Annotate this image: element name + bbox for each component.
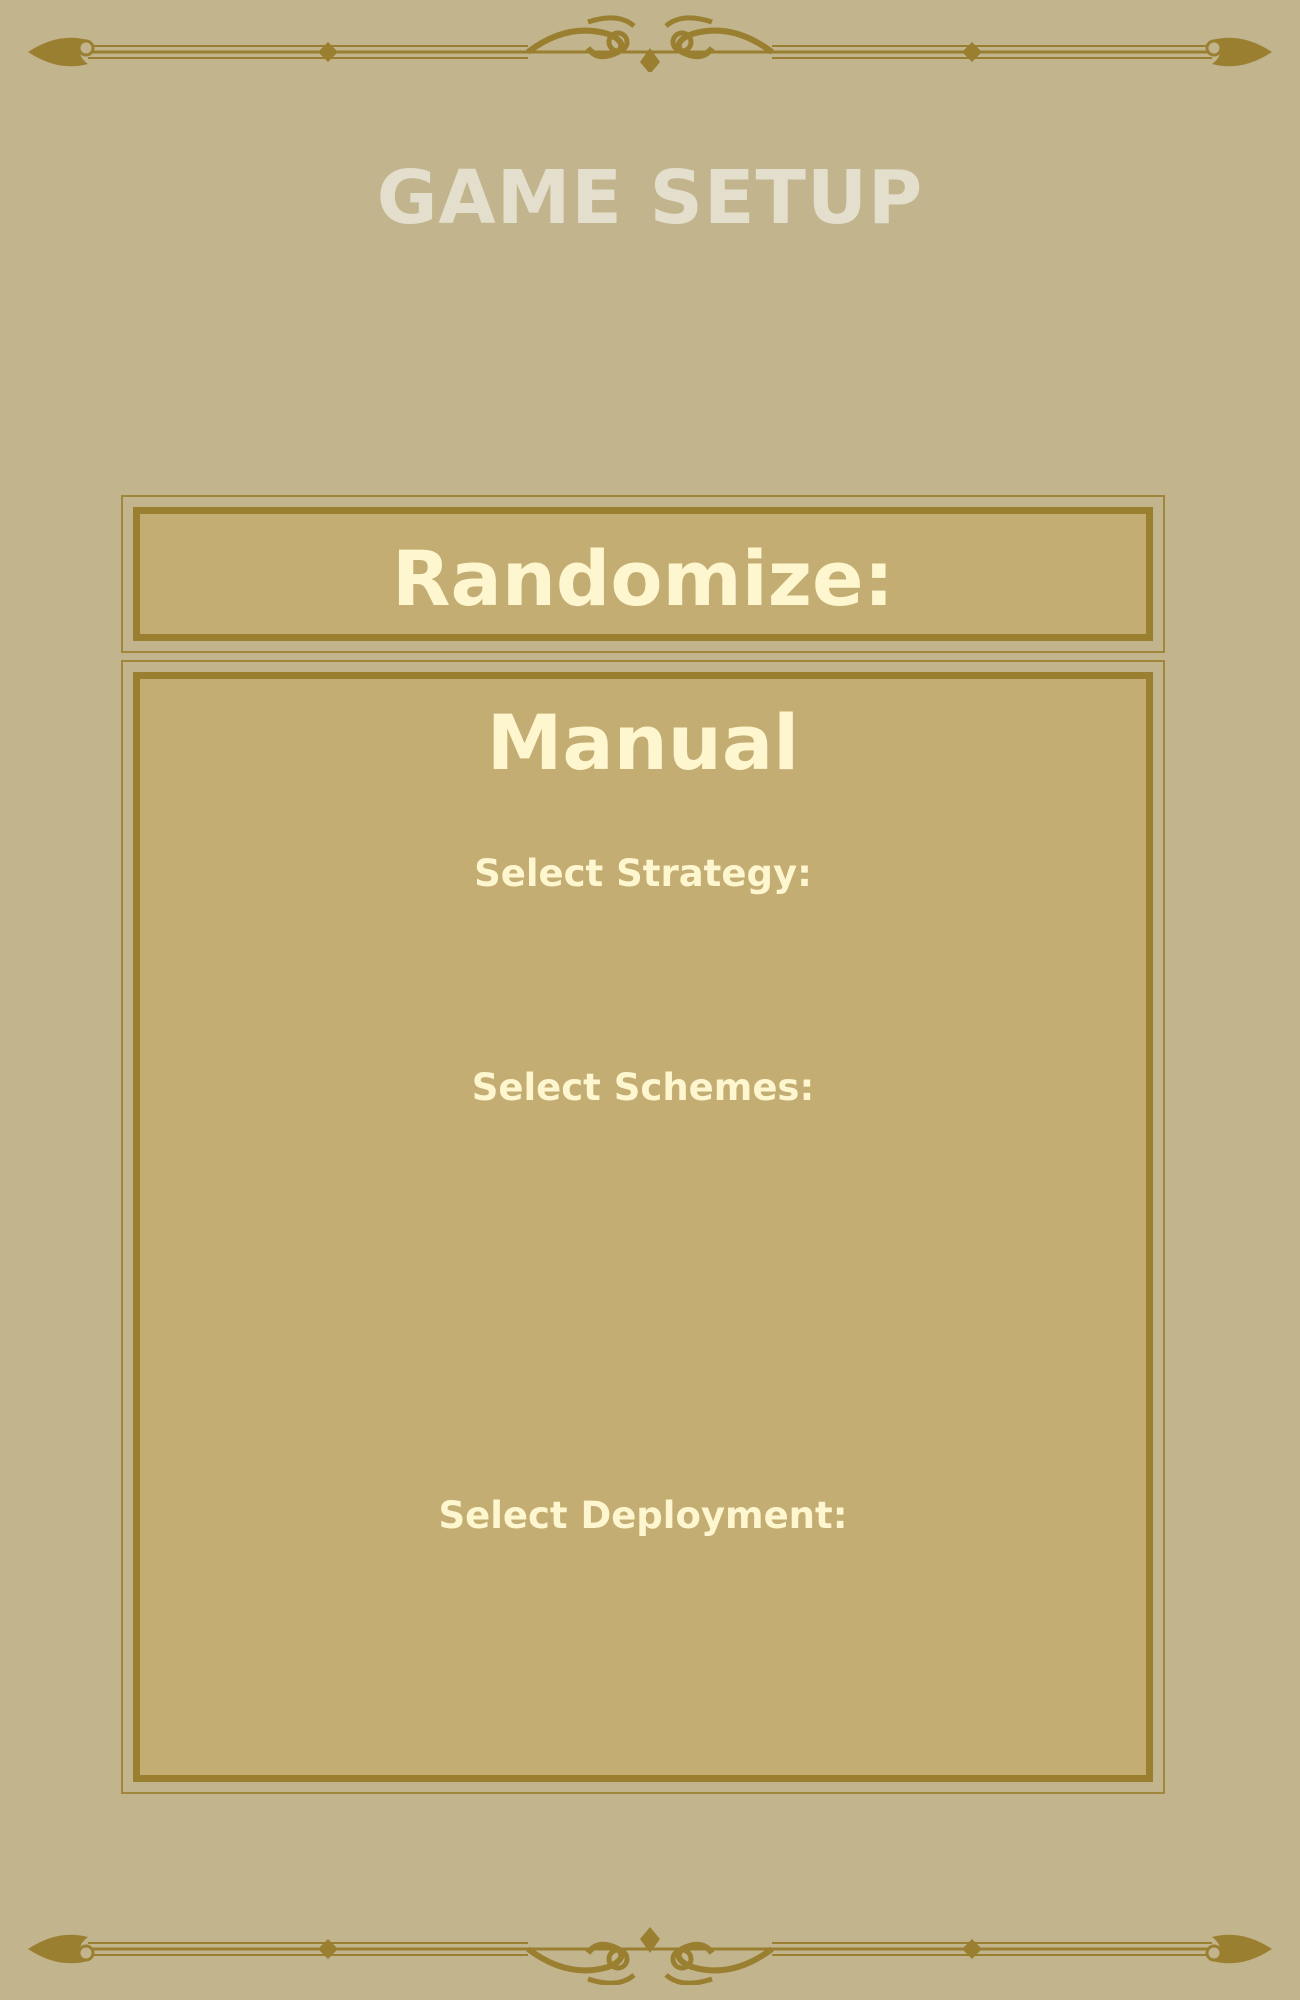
- manual-panel: Manual Select Strategy: Select Schemes: …: [121, 660, 1165, 1794]
- strategy-selection-area[interactable]: [200, 909, 1086, 1039]
- manual-panel-frame: Manual Select Strategy: Select Schemes: …: [133, 672, 1153, 1782]
- schemes-selection-area[interactable]: [200, 1123, 1086, 1463]
- select-deployment-label: Select Deployment:: [438, 1494, 848, 1537]
- page-title: GAME SETUP: [376, 155, 924, 241]
- top-flourish-divider-icon: [28, 15, 1272, 72]
- select-strategy-label: Select Strategy:: [474, 852, 812, 895]
- deployment-selection-area[interactable]: [200, 1551, 1086, 1751]
- select-schemes-label: Select Schemes:: [471, 1066, 815, 1109]
- manual-heading: Manual: [486, 698, 800, 787]
- randomize-heading[interactable]: Randomize:: [140, 531, 1146, 627]
- randomize-panel[interactable]: Randomize:: [121, 495, 1165, 653]
- randomize-panel-frame[interactable]: Randomize:: [133, 507, 1153, 641]
- bottom-flourish-divider-icon: [28, 1927, 1272, 1985]
